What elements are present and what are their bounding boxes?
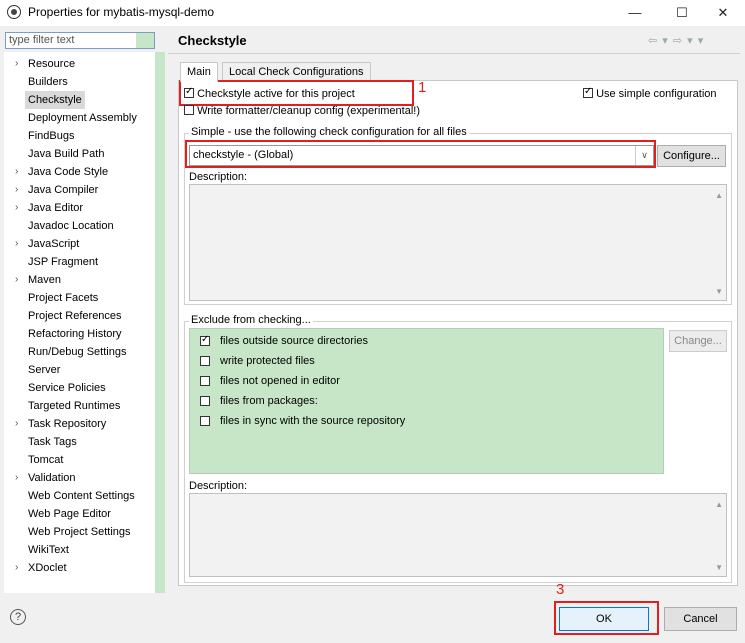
filter-input[interactable]: type filter text [5,32,155,49]
tab-local-check-configurations[interactable]: Local Check Configurations [222,62,371,81]
tree-item-label: Task Repository [28,418,107,430]
tree-item-label: Checkstyle [25,91,85,109]
chevron-right-icon[interactable]: › [15,55,25,73]
tree-item-label: Java Compiler [28,184,99,196]
annotation-box-3 [554,601,659,635]
maximize-button[interactable]: ☐ [667,2,697,24]
exclude-item-label: write protected files [220,355,315,367]
checkbox-unchecked-icon[interactable] [184,105,194,115]
write-formatter-label: Write formatter/cleanup config (experime… [197,105,421,117]
tree-item-label: Targeted Runtimes [28,400,121,412]
tree-item-label: Refactoring History [28,328,122,340]
chevron-right-icon[interactable]: › [15,271,25,289]
tree-item-label: Java Build Path [28,148,105,160]
simple-config-group-label: Simple - use the following check configu… [189,126,469,138]
write-formatter-checkbox[interactable]: Write formatter/cleanup config (experime… [184,105,420,119]
tree-item-label: Deployment Assembly [28,112,137,124]
tree-item-label: Resource [28,58,76,70]
checkbox-checked-icon[interactable] [200,334,210,346]
exclude-list[interactable]: files outside source directories write p… [189,328,664,474]
tree-item-label: JSP Fragment [28,256,99,268]
tree-item-label: Java Editor [28,202,84,214]
annotation-box-1 [179,80,414,106]
chevron-right-icon[interactable]: › [15,415,25,433]
close-button[interactable]: ✕ [708,2,738,24]
tree-item-label: FindBugs [28,130,75,142]
checkbox-unchecked-icon[interactable] [200,376,210,386]
scroll-up-icon[interactable]: ▲ [715,500,723,509]
exclude-item-label: files in sync with the source repository [220,415,406,427]
use-simple-configuration-checkbox[interactable]: Use simple configuration [583,86,717,102]
tree-item-label: Builders [28,76,68,88]
tree-item-label: Validation [28,472,76,484]
chevron-right-icon[interactable]: › [15,235,25,253]
checkbox-unchecked-icon[interactable] [200,356,210,366]
annotation-number-1: 1 [418,79,427,96]
tree-item-label: Web Page Editor [28,508,111,520]
exclude-item-label: files outside source directories [220,335,368,347]
annotation-box-2 [185,140,656,168]
checkbox-unchecked-icon[interactable] [200,416,210,426]
tree-item-label: Web Content Settings [28,490,135,502]
tree-item-label: Javadoc Location [28,220,114,232]
tree-item-label: WikiText [28,544,69,556]
tree-item-label: Maven [28,274,62,286]
filter-clear-area [136,33,154,48]
chevron-right-icon[interactable]: › [15,559,25,577]
exclude-group-label: Exclude from checking... [189,314,313,326]
annotation-number-3: 3 [556,581,565,598]
description-box: ▲ ▼ [189,493,727,577]
help-icon[interactable]: ? [10,609,26,625]
exclude-item-label: files not opened in editor [220,375,340,387]
description-box: ▲ ▼ [189,184,727,301]
tab-main[interactable]: Main [180,62,218,82]
tree-scrollbar[interactable] [155,52,165,593]
checkbox-checked-icon[interactable] [583,86,593,98]
tree-item-label: Server [28,364,61,376]
header-divider [168,53,740,54]
cancel-button[interactable]: Cancel [664,607,737,631]
scroll-up-icon[interactable]: ▲ [715,191,723,200]
property-page-tree[interactable]: › Resource Builders Checkstyle Deployment As… [4,52,156,593]
tree-item-label: JavaScript [28,238,80,250]
tree-item-label: Project References [28,310,122,322]
configure-button[interactable]: Configure... [657,145,726,167]
chevron-right-icon[interactable]: › [15,199,25,217]
page-title: Checkstyle [178,33,247,48]
tree-item-label: Service Policies [28,382,106,394]
exclude-item-label: files from packages: [220,395,318,407]
scroll-down-icon[interactable]: ▼ [715,287,723,296]
history-nav-icons[interactable]: ⇦ ▾ ⇨ ▾ ▾ [648,34,704,47]
use-simple-configuration-label: Use simple configuration [596,88,717,100]
eclipse-app-icon [7,5,21,19]
description-label: Description: [189,480,248,492]
tree-item-label: Run/Debug Settings [28,346,127,358]
tree-item-label: Task Tags [28,436,77,448]
tree-item-label: Java Code Style [28,166,109,178]
chevron-right-icon[interactable]: › [15,163,25,181]
tree-item-label: Tomcat [28,454,64,466]
tree-item-label: Web Project Settings [28,526,131,538]
window-title: Properties for mybatis-mysql-demo [28,5,215,19]
tree-item-label: Project Facets [28,292,99,304]
description-label: Description: [189,171,248,183]
checkbox-unchecked-icon[interactable] [200,396,210,406]
minimize-button[interactable]: — [620,2,650,24]
tree-item-label: XDoclet [28,562,67,574]
change-button[interactable]: Change... [669,330,727,352]
scroll-down-icon[interactable]: ▼ [715,563,723,572]
chevron-right-icon[interactable]: › [15,469,25,487]
chevron-right-icon[interactable]: › [15,181,25,199]
